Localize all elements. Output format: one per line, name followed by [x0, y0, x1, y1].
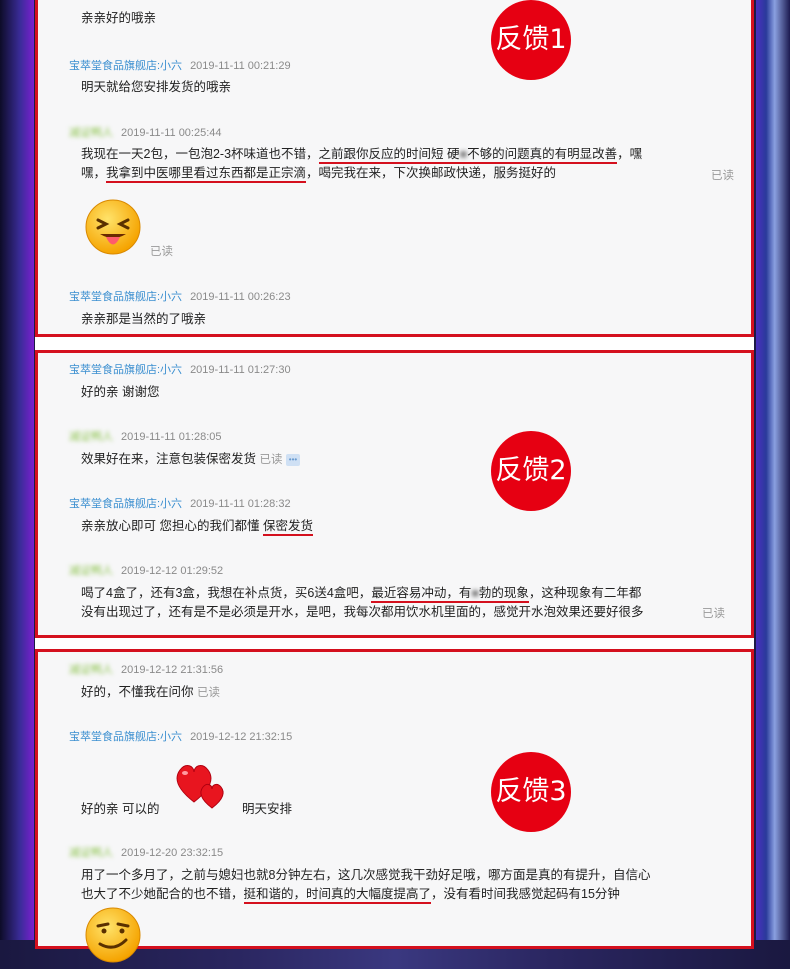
- underlined-highlight: 我拿到中医哪里看过东西都是正宗滴: [106, 166, 307, 183]
- message-segment: 好的，不懂我在问你: [81, 685, 194, 699]
- feedback-panel-1: 亲亲好的哦亲 宝萃堂食品旗舰店:小六 2019-11-11 00:21:29 明天…: [35, 0, 754, 337]
- timestamp: 2019-11-11 01:28:05: [121, 431, 222, 443]
- shop-name[interactable]: 宝萃堂食品旗舰店:小六: [69, 364, 182, 376]
- message-text: 好的亲 可以的: [81, 802, 160, 816]
- right-background-edge: [756, 0, 790, 940]
- message-header: 宝萃堂食品旗舰店:小六 2019-11-11 01:28:32: [69, 495, 291, 511]
- message-text: 亲亲放心即可 您担心的我们都懂 保密发货: [81, 517, 313, 536]
- customer-name[interactable]: 减证鸭人: [69, 847, 113, 859]
- highlight-text: 最近容易冲动，有: [371, 586, 472, 600]
- message-text: 亲亲那是当然的了哦亲: [81, 312, 207, 326]
- underlined-highlight: 最近容易冲动，有■勃的现象: [371, 586, 529, 603]
- message-text: 好的亲 谢谢您: [81, 385, 160, 399]
- message-segment: 嘿，: [81, 166, 107, 180]
- message-text: 嘿，我拿到中医哪里看过东西都是正宗滴，喝完我在来，下次换邮政快递，服务挺好的: [81, 164, 556, 183]
- message-header: 减证鸭人 2019-11-11 00:25:44: [69, 124, 222, 140]
- timestamp: 2019-11-11 00:25:44: [121, 127, 222, 139]
- more-icon[interactable]: •••: [285, 453, 300, 466]
- feedback-badge-2: 反馈2: [491, 431, 571, 511]
- highlight-text: 勃的现象: [478, 586, 529, 600]
- message-header: 宝萃堂食品旗舰店:小六 2019-12-12 21:32:15: [69, 728, 292, 744]
- timestamp: 2019-11-11 01:27:30: [190, 364, 291, 376]
- message-text: 亲亲好的哦亲: [81, 11, 157, 25]
- timestamp: 2019-11-11 00:26:23: [190, 291, 291, 303]
- message-header: 减证鸭人 2019-12-12 21:31:56: [69, 661, 223, 677]
- message-text: 明天就给您安排发货的哦亲: [81, 80, 232, 94]
- message-text: 我现在一天2包，一包泡2-3杯味道也不错，之前跟你反应的时间短 硬■不够的问题真…: [81, 145, 642, 164]
- message-text: 用了一个多月了，之前与媳妇也就8分钟左右，这几次感觉我干劲好足哦，哪方面是真的有…: [81, 868, 651, 882]
- feedback-panel-2: 宝萃堂食品旗舰店:小六 2019-11-11 01:27:30 好的亲 谢谢您 减…: [35, 350, 754, 638]
- message-segment: 喝了4盒了，还有3盒，我想在补点货，买6送4盒吧，: [81, 586, 372, 600]
- tongue-out-emoji-icon: [84, 198, 142, 261]
- message-segment: ，喝完我在来，下次换邮政快递，服务挺好的: [306, 166, 557, 180]
- message-segment: ，没有看时间我感觉起码有15分钟: [431, 887, 620, 901]
- message-header: 宝萃堂食品旗舰店:小六 2019-11-11 00:26:23: [69, 288, 291, 304]
- shop-name[interactable]: 宝萃堂食品旗舰店:小六: [69, 731, 182, 743]
- message-segment: 我现在一天2包，一包泡2-3杯味道也不错，: [81, 147, 319, 161]
- underlined-highlight: 之前跟你反应的时间短 硬■不够的问题真的有明显改善: [318, 147, 618, 164]
- feedback-panel-3: 减证鸭人 2019-12-12 21:31:56 好的，不懂我在问你 已读 宝萃堂…: [35, 649, 754, 963]
- left-background-edge: [0, 0, 34, 940]
- smirk-emoji-icon: [84, 906, 142, 969]
- message-text: 也大了不少她配合的也不错，挺和谐的，时间真的大幅度提高了，没有看时间我感觉起码有…: [81, 885, 620, 904]
- message-header: 减证鸭人 2019-12-20 23:32:15: [69, 844, 223, 860]
- read-status: 已读: [197, 687, 220, 699]
- read-status: 已读: [711, 170, 734, 182]
- message-segment: 也大了不少她配合的也不错，: [81, 887, 244, 901]
- customer-name[interactable]: 减证鸭人: [69, 664, 113, 676]
- blurred-word: ■: [459, 147, 468, 161]
- message-text: 好的，不懂我在问你 已读: [81, 683, 220, 703]
- shop-name[interactable]: 宝萃堂食品旗舰店:小六: [69, 498, 182, 510]
- message-text: 效果好在来，注意包装保密发货 已读 •••: [81, 450, 300, 470]
- timestamp: 2019-11-11 00:21:29: [190, 60, 291, 72]
- message-text: 喝了4盒了，还有3盒，我想在补点货，买6送4盒吧，最近容易冲动，有■勃的现象，这…: [81, 584, 641, 603]
- read-status: 已读: [702, 608, 725, 620]
- customer-name[interactable]: 减证鸭人: [69, 431, 113, 443]
- timestamp: 2019-12-12 21:32:15: [190, 731, 293, 743]
- message-segment: 亲亲放心即可 您担心的我们都懂: [81, 519, 263, 533]
- message-header: 减证鸭人 2019-11-11 01:28:05: [69, 428, 222, 444]
- message-segment: 效果好在来，注意包装保密发货: [81, 452, 257, 466]
- underlined-highlight: 挺和谐的，时间真的大幅度提高了: [243, 887, 432, 904]
- hearts-emoji-icon: [172, 758, 232, 817]
- customer-name[interactable]: 减证鸭人: [69, 565, 113, 577]
- timestamp: 2019-11-11 01:28:32: [190, 498, 291, 510]
- customer-name[interactable]: 减证鸭人: [69, 127, 113, 139]
- timestamp: 2019-12-12 21:31:56: [121, 664, 224, 676]
- feedback-badge-1: 反馈1: [491, 0, 571, 80]
- highlight-text: 之前跟你反应的时间短 硬: [318, 147, 460, 161]
- feedback-badge-3: 反馈3: [491, 752, 571, 832]
- message-text: 没有出现过了，还有是不是必须是开水，是吧，我每次都用饮水机里面的，感觉开水泡效果…: [81, 605, 644, 619]
- message-header: 宝萃堂食品旗舰店:小六 2019-11-11 01:27:30: [69, 361, 291, 377]
- timestamp: 2019-12-20 23:32:15: [121, 847, 224, 859]
- panel-separator: [35, 638, 754, 649]
- message-text: 明天安排: [242, 802, 293, 816]
- message-segment: ，嘿: [617, 147, 643, 161]
- message-header: 减证鸭人 2019-12-12 01:29:52: [69, 562, 223, 578]
- shop-name[interactable]: 宝萃堂食品旗舰店:小六: [69, 291, 182, 303]
- read-status: 已读: [150, 246, 173, 258]
- read-status: 已读: [259, 454, 283, 466]
- shop-name[interactable]: 宝萃堂食品旗舰店:小六: [69, 60, 182, 72]
- underlined-highlight: 保密发货: [262, 519, 313, 536]
- panel-separator: [35, 337, 754, 350]
- timestamp: 2019-12-12 01:29:52: [121, 565, 224, 577]
- blurred-word: ■: [471, 586, 479, 600]
- message-segment: ，这种现象有二年都: [528, 586, 642, 600]
- message-header: 宝萃堂食品旗舰店:小六 2019-11-11 00:21:29: [69, 57, 291, 73]
- highlight-text: 不够的问题真的有明显改善: [467, 147, 618, 161]
